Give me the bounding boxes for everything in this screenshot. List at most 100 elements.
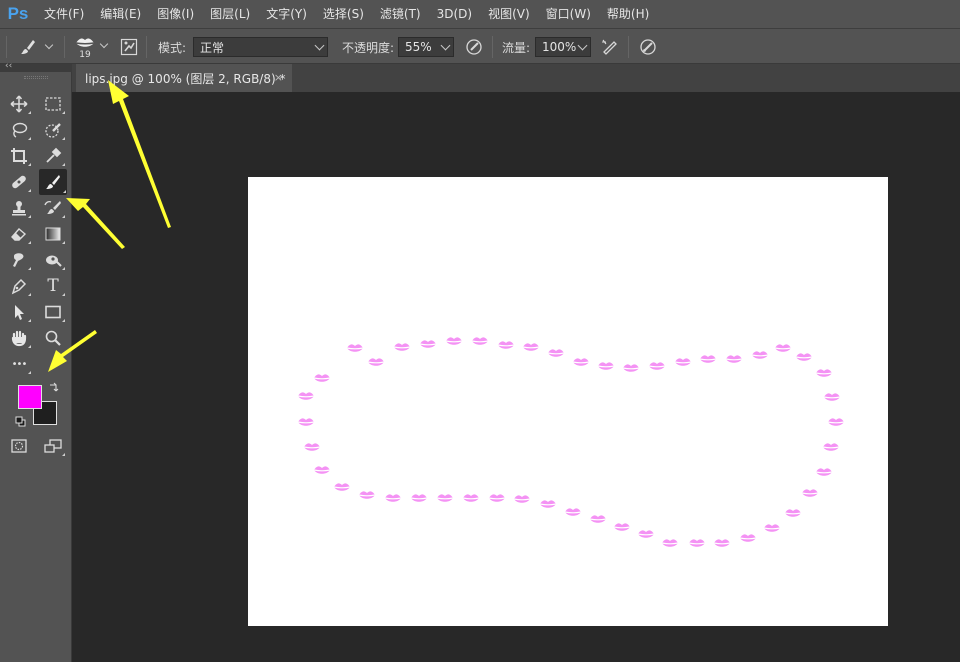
path-selection-tool[interactable] (6, 300, 32, 324)
eraser-tool[interactable] (6, 222, 32, 246)
pressure-opacity-toggle[interactable] (465, 29, 483, 65)
menu-window[interactable]: 窗口(W) (538, 0, 599, 28)
opacity-input[interactable]: 55% (398, 37, 454, 57)
brush-icon (46, 175, 60, 189)
lips-brush-stroke (297, 337, 845, 547)
type-icon: T (47, 276, 59, 296)
lips-dab (333, 483, 351, 491)
menu-edit[interactable]: 编辑(E) (92, 0, 149, 28)
lips-dab (774, 344, 792, 352)
lips-dab (313, 466, 331, 474)
document-tab[interactable]: lips.jpg @ 100% (图层 2, RGB/8) * × (76, 64, 292, 92)
lips-dab (822, 443, 840, 451)
marquee-tool[interactable] (40, 92, 66, 116)
crop-tool[interactable] (6, 144, 32, 168)
airbrush-icon (602, 39, 617, 55)
menu-view[interactable]: 视图(V) (480, 0, 538, 28)
close-icon[interactable]: × (274, 71, 283, 84)
brush-panel-toggle[interactable] (120, 29, 138, 65)
default-colors-icon[interactable] (15, 416, 26, 427)
more-tools-button[interactable]: ••• (6, 352, 32, 376)
history-brush-tool[interactable] (40, 196, 66, 220)
tool-preset-picker[interactable] (18, 29, 54, 65)
lips-dab (358, 491, 376, 499)
lips-dab (827, 418, 845, 426)
history-brush-icon (44, 200, 61, 214)
lips-dab (297, 418, 315, 426)
menu-layer[interactable]: 图层(L) (202, 0, 258, 28)
lips-dab (674, 358, 692, 366)
lips-dab (445, 337, 463, 345)
flow-value: 100% (542, 40, 577, 54)
gradient-icon (45, 227, 61, 241)
menu-select[interactable]: 选择(S) (315, 0, 372, 28)
screen-mode-icon (44, 439, 62, 453)
toolbar-grip[interactable] (24, 76, 48, 79)
zoom-icon (45, 330, 61, 346)
lips-dab (462, 494, 480, 502)
lips-dab (784, 509, 802, 517)
mode-select[interactable]: 正常 (193, 37, 328, 57)
quick-mask-button[interactable] (6, 434, 32, 458)
healing-brush-tool[interactable] (6, 170, 32, 194)
foreground-color-swatch[interactable] (18, 385, 42, 409)
tools-panel: T ••• (0, 72, 72, 662)
lips-dab (713, 539, 731, 547)
document-tab-bar: lips.jpg @ 100% (图层 2, RGB/8) * × (72, 64, 960, 92)
opacity-value: 55% (405, 40, 432, 54)
type-tool[interactable]: T (40, 274, 66, 298)
lips-dab (751, 351, 769, 359)
ps-logo: Ps (7, 4, 29, 23)
chevron-down-icon (440, 40, 451, 51)
document-canvas[interactable] (248, 177, 888, 626)
brush-preset-picker[interactable]: 19 (74, 29, 96, 65)
lips-dab (419, 340, 437, 348)
menu-bar: Ps 文件(F) 编辑(E) 图像(I) 图层(L) 文字(Y) 选择(S) 滤… (0, 0, 960, 28)
lips-dab (513, 495, 531, 503)
pen-tool[interactable] (6, 274, 32, 298)
lips-dab (522, 343, 540, 351)
screen-mode-button[interactable] (40, 434, 66, 458)
menu-file[interactable]: 文件(F) (36, 0, 92, 28)
collapse-icon[interactable]: ‹‹ (5, 61, 12, 71)
brush-tool[interactable] (39, 169, 67, 195)
lips-dab (699, 355, 717, 363)
brush-size-readout: 19 (79, 49, 91, 60)
clone-stamp-tool[interactable] (6, 196, 32, 220)
menu-filter[interactable]: 滤镜(T) (372, 0, 429, 28)
swap-icon[interactable] (48, 381, 60, 393)
lips-dab (637, 530, 655, 538)
rectangle-tool[interactable] (40, 300, 66, 324)
move-tool[interactable] (6, 92, 32, 116)
toolbar-collapse-bar[interactable]: ‹‹ (0, 61, 72, 72)
zoom-tool[interactable] (40, 326, 66, 350)
menu-3d[interactable]: 3D(D) (429, 0, 480, 28)
brush-panel-icon (120, 38, 138, 56)
flow-label: 流量: (502, 41, 531, 55)
hand-tool[interactable] (6, 326, 32, 350)
airbrush-toggle[interactable] (600, 29, 620, 65)
mode-label: 模式: (158, 41, 187, 55)
menu-help[interactable]: 帮助(H) (599, 0, 657, 28)
lips-dab (688, 539, 706, 547)
flow-input[interactable]: 100% (535, 37, 591, 57)
lips-dab (801, 489, 819, 497)
eyedropper-tool[interactable] (40, 144, 66, 168)
lips-dab (597, 362, 615, 370)
hand-icon (11, 330, 27, 347)
pressure-opacity-icon (466, 39, 482, 55)
chevron-down-icon (577, 40, 588, 51)
lasso-tool[interactable] (6, 118, 32, 142)
quick-selection-tool[interactable] (40, 118, 66, 142)
options-grip (6, 36, 7, 58)
lips-dab (572, 358, 590, 366)
lips-dab (739, 534, 757, 542)
menu-image[interactable]: 图像(I) (149, 0, 202, 28)
dodge-tool[interactable] (40, 248, 66, 272)
gradient-tool[interactable] (40, 222, 66, 246)
smudge-tool[interactable] (6, 248, 32, 272)
pressure-size-icon (640, 39, 656, 55)
pressure-size-toggle[interactable] (639, 29, 657, 65)
lips-dab (547, 349, 565, 357)
menu-type[interactable]: 文字(Y) (258, 0, 315, 28)
